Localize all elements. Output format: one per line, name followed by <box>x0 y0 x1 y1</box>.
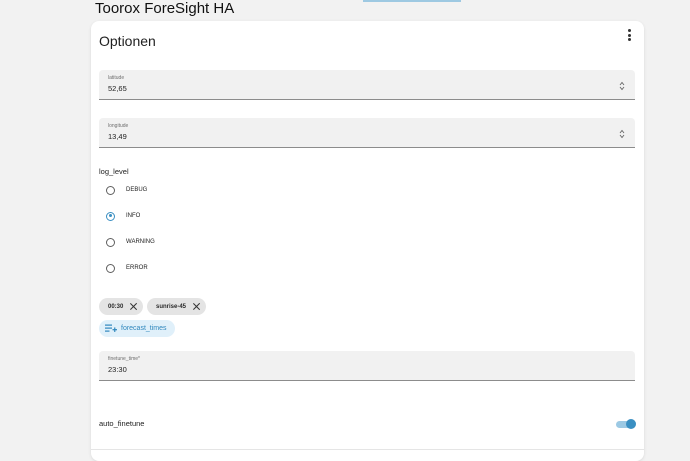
auto-finetune-label: auto_finetune <box>99 419 145 428</box>
longitude-label: longitude <box>108 123 129 129</box>
card-title: Optionen <box>99 33 156 49</box>
latitude-label: latitude <box>108 75 125 81</box>
radio-button[interactable] <box>106 263 115 273</box>
radio-label: DEBUG <box>126 187 148 193</box>
close-icon[interactable] <box>130 303 137 310</box>
forecast-time-chip[interactable]: sunrise-45 <box>147 298 207 315</box>
radio-button[interactable] <box>106 237 115 247</box>
dots-vertical-icon[interactable] <box>624 28 634 42</box>
app-title: Toorox ForeSight HA <box>95 0 235 17</box>
chip-label: sunrise-45 <box>156 303 187 310</box>
finetune-time-label: finetune_time* <box>108 356 140 362</box>
radio-label: ERROR <box>126 265 148 271</box>
toggle-knob[interactable] <box>626 419 636 429</box>
add-forecast-time-button[interactable]: forecast_times <box>99 320 175 337</box>
radio-button-checked[interactable] <box>106 211 115 221</box>
radio-label: INFO <box>126 213 141 219</box>
playlist-plus-icon <box>105 324 117 332</box>
finetune-time-value[interactable]: 23:30 <box>108 365 127 374</box>
radio-error[interactable]: ERROR <box>106 261 148 275</box>
finetune-time-field[interactable]: finetune_time* 23:30 <box>99 351 635 381</box>
radio-warning[interactable]: WARNING <box>106 235 155 249</box>
radio-button[interactable] <box>106 185 115 195</box>
latitude-value[interactable]: 52,65 <box>108 84 127 93</box>
radio-debug[interactable]: DEBUG <box>106 183 147 197</box>
chip-label: 00:30 <box>108 303 124 310</box>
longitude-field[interactable]: longitude 13,49 <box>99 118 635 148</box>
longitude-value[interactable]: 13,49 <box>108 132 127 141</box>
auto-finetune-toggle[interactable] <box>616 418 636 430</box>
add-chip-label: forecast_times <box>121 325 167 332</box>
latitude-field[interactable]: latitude 52,65 <box>99 70 635 100</box>
radio-label: WARNING <box>126 239 155 245</box>
spinner-icon[interactable] <box>619 81 625 91</box>
options-card: Optionen latitude 52,65 longitude 13,49 … <box>91 21 644 461</box>
forecast-time-chip[interactable]: 00:30 <box>99 298 144 315</box>
radio-info[interactable]: INFO <box>106 209 140 223</box>
divider <box>91 449 644 450</box>
log-level-label: log_level <box>99 167 129 176</box>
top-scroll-indicator <box>363 0 461 2</box>
close-icon[interactable] <box>193 303 200 310</box>
spinner-icon[interactable] <box>619 129 625 139</box>
